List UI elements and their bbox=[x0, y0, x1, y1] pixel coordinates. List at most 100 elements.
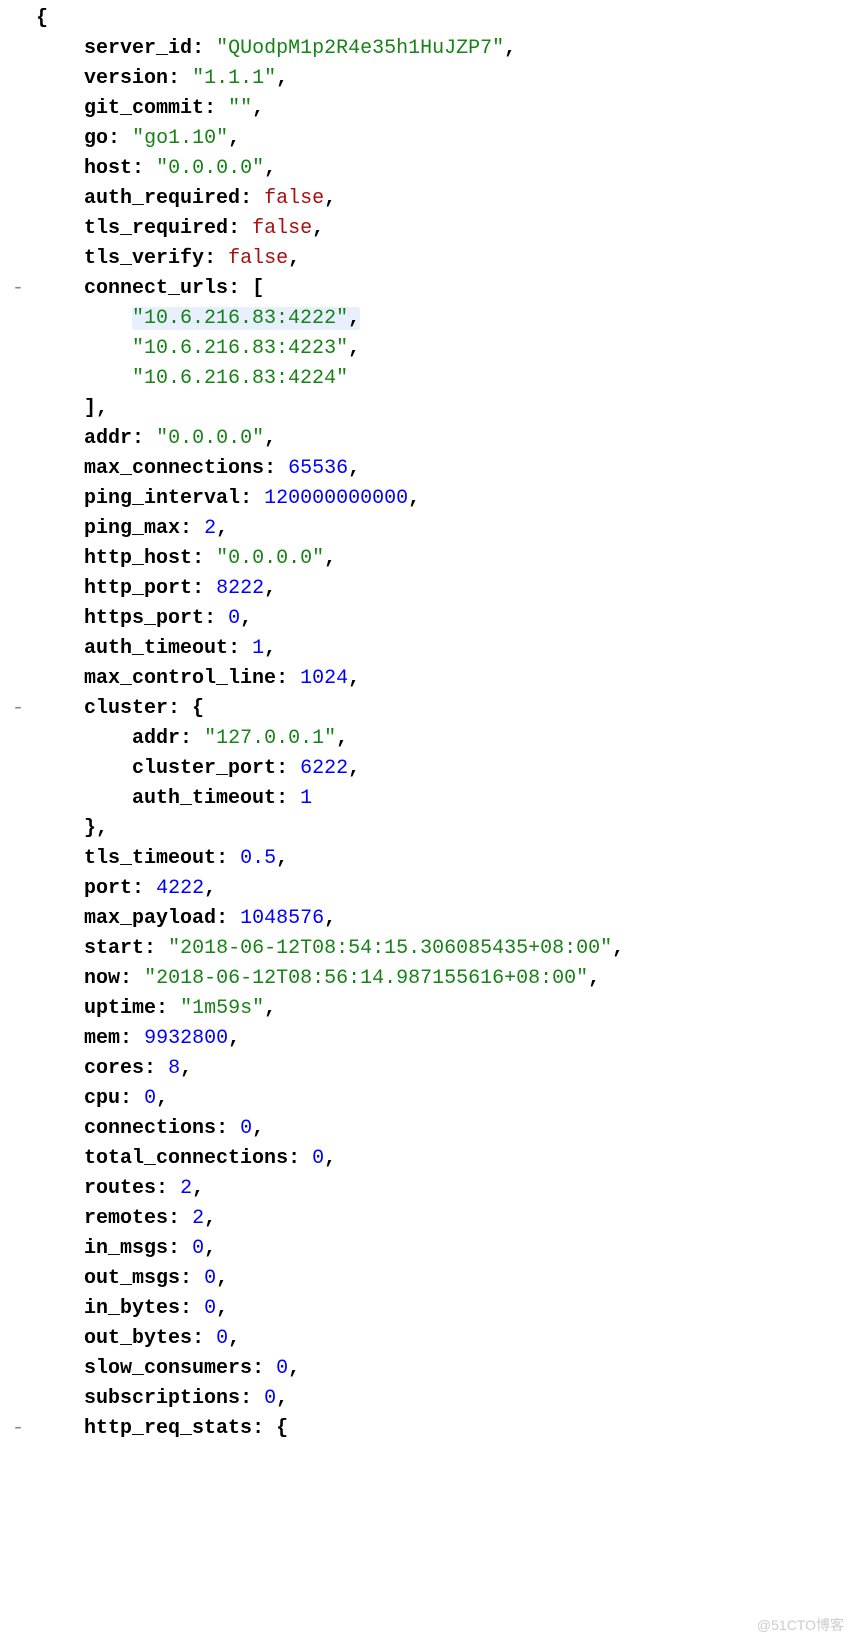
indent bbox=[36, 37, 84, 60]
token-punct: , bbox=[324, 1147, 336, 1170]
token-key: connections bbox=[84, 1117, 216, 1140]
toggle-placeholder bbox=[12, 67, 36, 90]
token-key: git_commit bbox=[84, 97, 204, 120]
code-line: connections: 0, bbox=[12, 1114, 844, 1144]
indent bbox=[36, 457, 84, 480]
token-punct: , bbox=[204, 1207, 216, 1230]
token-punct: : bbox=[180, 1267, 204, 1290]
indent bbox=[36, 1417, 84, 1440]
code-line: max_control_line: 1024, bbox=[12, 664, 844, 694]
code-line: tls_timeout: 0.5, bbox=[12, 844, 844, 874]
toggle-placeholder bbox=[12, 1147, 36, 1170]
line-content: auth_timeout: 1 bbox=[132, 787, 312, 810]
token-punct: , bbox=[264, 577, 276, 600]
token-bool: false bbox=[252, 217, 312, 240]
code-line: go: "go1.10", bbox=[12, 124, 844, 154]
token-punct: , bbox=[264, 637, 276, 660]
token-punct: : bbox=[228, 217, 252, 240]
toggle-placeholder bbox=[12, 997, 36, 1020]
line-content: git_commit: "", bbox=[84, 97, 264, 120]
token-punct: : bbox=[288, 1147, 312, 1170]
token-key: start bbox=[84, 937, 144, 960]
indent bbox=[36, 67, 84, 90]
line-content: { bbox=[36, 7, 48, 30]
indent bbox=[36, 1387, 84, 1410]
code-line: cores: 8, bbox=[12, 1054, 844, 1084]
token-punct: , bbox=[264, 427, 276, 450]
token-punct: , bbox=[252, 1117, 264, 1140]
toggle-placeholder bbox=[12, 937, 36, 960]
token-punct: : bbox=[120, 1027, 144, 1050]
indent bbox=[36, 607, 84, 630]
indent bbox=[36, 877, 84, 900]
indent bbox=[36, 157, 84, 180]
token-punct: : bbox=[264, 457, 288, 480]
code-line: addr: "0.0.0.0", bbox=[12, 424, 844, 454]
line-content: ping_interval: 120000000000, bbox=[84, 487, 420, 510]
line-content: https_port: 0, bbox=[84, 607, 252, 630]
token-punct: : bbox=[120, 1087, 144, 1110]
token-string: "1m59s" bbox=[180, 997, 264, 1020]
token-punct: : bbox=[216, 907, 240, 930]
token-string: "go1.10" bbox=[132, 127, 228, 150]
code-line: out_msgs: 0, bbox=[12, 1264, 844, 1294]
token-key: cluster bbox=[84, 697, 168, 720]
line-content: ], bbox=[84, 397, 108, 420]
token-key: cluster_port bbox=[132, 757, 276, 780]
code-line: tls_verify: false, bbox=[12, 244, 844, 274]
collapse-toggle-icon[interactable]: - bbox=[12, 1417, 36, 1440]
token-punct: : bbox=[216, 847, 240, 870]
line-content: go: "go1.10", bbox=[84, 127, 240, 150]
token-number: 4222 bbox=[156, 877, 204, 900]
toggle-placeholder bbox=[12, 1297, 36, 1320]
indent bbox=[36, 1057, 84, 1080]
line-content: http_host: "0.0.0.0", bbox=[84, 547, 336, 570]
toggle-placeholder bbox=[12, 397, 36, 420]
indent bbox=[36, 997, 84, 1020]
token-punct: , bbox=[588, 967, 600, 990]
token-key: https_port bbox=[84, 607, 204, 630]
line-content: max_control_line: 1024, bbox=[84, 667, 360, 690]
indent bbox=[36, 817, 84, 840]
token-punct: : bbox=[240, 187, 264, 210]
token-key: auth_timeout bbox=[132, 787, 276, 810]
code-line: auth_timeout: 1 bbox=[12, 784, 844, 814]
token-number: 1 bbox=[252, 637, 264, 660]
token-string: "" bbox=[228, 97, 252, 120]
token-number: 2 bbox=[180, 1177, 192, 1200]
line-content: auth_required: false, bbox=[84, 187, 336, 210]
token-key: tls_required bbox=[84, 217, 228, 240]
token-punct: : bbox=[204, 247, 228, 270]
indent bbox=[36, 1267, 84, 1290]
line-content: max_connections: 65536, bbox=[84, 457, 360, 480]
indent bbox=[36, 1327, 84, 1350]
code-line: http_port: 8222, bbox=[12, 574, 844, 604]
code-line: "10.6.216.83:4222", bbox=[12, 304, 844, 334]
indent bbox=[36, 1297, 84, 1320]
toggle-placeholder bbox=[12, 637, 36, 660]
token-key: in_bytes bbox=[84, 1297, 180, 1320]
token-key: subscriptions bbox=[84, 1387, 240, 1410]
token-punct: : bbox=[240, 1387, 264, 1410]
indent bbox=[36, 937, 84, 960]
token-bool: false bbox=[264, 187, 324, 210]
toggle-placeholder bbox=[12, 97, 36, 120]
token-key: max_control_line bbox=[84, 667, 276, 690]
toggle-placeholder bbox=[12, 37, 36, 60]
indent bbox=[36, 1177, 84, 1200]
collapse-toggle-icon[interactable]: - bbox=[12, 697, 36, 720]
code-line: auth_timeout: 1, bbox=[12, 634, 844, 664]
toggle-placeholder bbox=[12, 457, 36, 480]
token-number: 1048576 bbox=[240, 907, 324, 930]
indent bbox=[36, 397, 84, 420]
token-number: 0 bbox=[204, 1267, 216, 1290]
line-content: auth_timeout: 1, bbox=[84, 637, 276, 660]
token-key: http_req_stats bbox=[84, 1417, 252, 1440]
token-punct: : bbox=[180, 1297, 204, 1320]
collapse-toggle-icon[interactable]: - bbox=[12, 277, 36, 300]
line-content: mem: 9932800, bbox=[84, 1027, 240, 1050]
toggle-placeholder bbox=[12, 1357, 36, 1380]
toggle-placeholder bbox=[12, 367, 36, 390]
token-number: 0.5 bbox=[240, 847, 276, 870]
indent bbox=[36, 187, 84, 210]
